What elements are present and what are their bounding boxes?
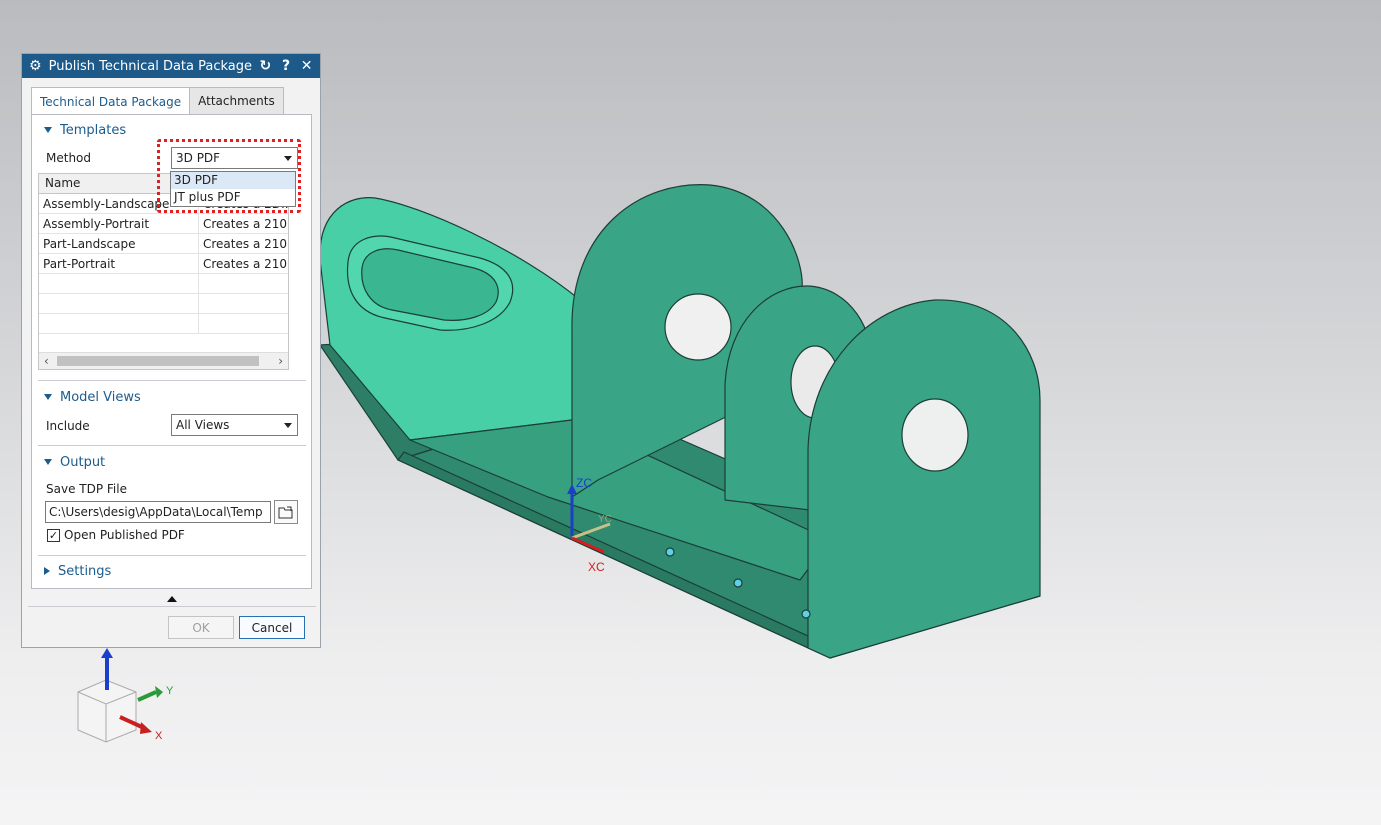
tdp-file-path-input[interactable]: C:\Users\desig\AppData\Local\Temp bbox=[45, 501, 271, 523]
open-pdf-label: Open Published PDF bbox=[64, 528, 185, 542]
expand-caret-icon bbox=[44, 394, 52, 400]
view-triad[interactable]: Y X bbox=[77, 648, 174, 743]
chevron-down-icon bbox=[284, 423, 292, 428]
section-divider bbox=[38, 445, 306, 446]
table-row[interactable]: Assembly-Portrait Creates a 210... bbox=[39, 214, 288, 234]
footer-divider bbox=[28, 606, 316, 607]
wcs-z-label: ZC bbox=[576, 476, 592, 490]
dialog-titlebar[interactable]: ⚙ Publish Technical Data Package ↻ ? ✕ bbox=[22, 54, 320, 78]
tab-attachments[interactable]: Attachments bbox=[189, 87, 284, 114]
scrollbar-thumb[interactable] bbox=[57, 356, 259, 366]
model-views-section-header[interactable]: Model Views bbox=[32, 386, 311, 408]
highlight-annotation bbox=[157, 139, 301, 213]
output-section-header[interactable]: Output bbox=[32, 451, 311, 473]
dialog-title: Publish Technical Data Package bbox=[48, 58, 253, 74]
collapse-caret-icon bbox=[44, 567, 50, 575]
scroll-right-icon[interactable]: › bbox=[278, 354, 283, 368]
table-row-empty bbox=[39, 314, 288, 334]
settings-section-header[interactable]: Settings bbox=[32, 560, 311, 582]
include-label: Include bbox=[46, 419, 90, 433]
folder-open-icon bbox=[278, 506, 293, 519]
help-icon[interactable]: ? bbox=[279, 58, 294, 74]
tab-technical-data-package[interactable]: Technical Data Package bbox=[31, 87, 191, 115]
open-pdf-checkbox[interactable]: ✓ bbox=[47, 529, 60, 542]
templates-section-header[interactable]: Templates bbox=[32, 119, 311, 141]
scroll-left-icon[interactable]: ‹ bbox=[44, 354, 49, 368]
reset-icon[interactable]: ↻ bbox=[258, 58, 273, 74]
cancel-button[interactable]: Cancel bbox=[239, 616, 305, 639]
triad-y-label: Y bbox=[166, 685, 174, 697]
bracket-part-model[interactable] bbox=[319, 184, 1041, 659]
expand-caret-icon bbox=[44, 127, 52, 133]
table-row[interactable]: Part-Landscape Creates a 210... bbox=[39, 234, 288, 254]
method-label: Method bbox=[46, 151, 92, 165]
triad-x-label: X bbox=[155, 730, 163, 742]
table-row-empty bbox=[39, 274, 288, 294]
expand-caret-icon bbox=[44, 459, 52, 465]
ok-button[interactable]: OK bbox=[168, 616, 234, 639]
wcs-x-label: XC bbox=[588, 560, 605, 574]
table-row[interactable]: Part-Portrait Creates a 210... bbox=[39, 254, 288, 274]
section-divider bbox=[38, 555, 306, 556]
collapse-dialog-icon[interactable] bbox=[167, 596, 177, 602]
table-row-empty bbox=[39, 294, 288, 314]
close-icon[interactable]: ✕ bbox=[299, 58, 314, 74]
horizontal-scrollbar[interactable]: ‹ › bbox=[39, 352, 288, 369]
section-divider bbox=[38, 380, 306, 381]
save-tdp-label: Save TDP File bbox=[46, 482, 127, 496]
templates-heading: Templates bbox=[60, 122, 127, 138]
browse-folder-button[interactable] bbox=[274, 500, 298, 524]
publish-tdp-dialog: ⚙ Publish Technical Data Package ↻ ? ✕ T… bbox=[21, 53, 321, 648]
wcs-y-label: YC bbox=[598, 514, 612, 525]
gear-icon: ⚙ bbox=[29, 58, 42, 74]
include-select[interactable]: All Views bbox=[171, 414, 298, 436]
